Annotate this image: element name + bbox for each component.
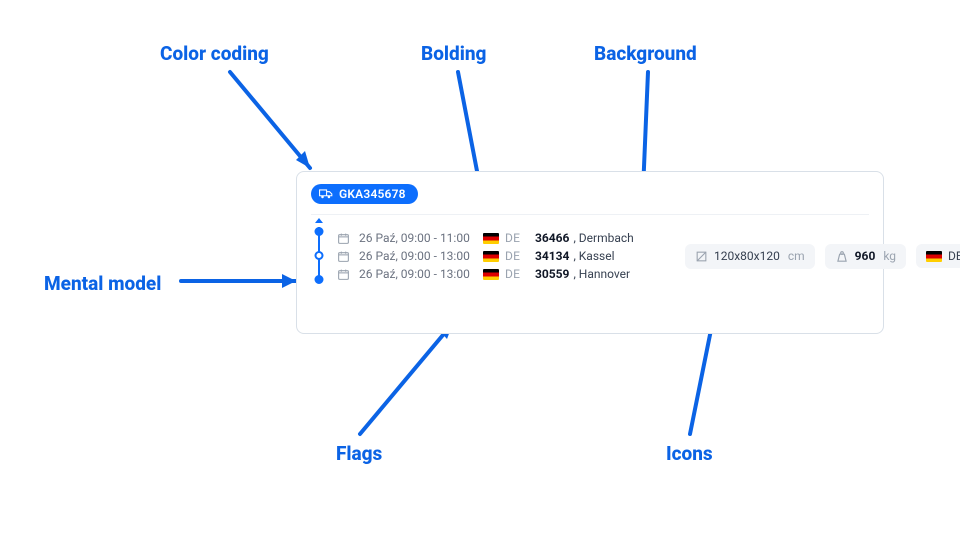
chips-group: 120x80x120 cm 960 kg DE 2 <box>685 244 960 269</box>
diagram-stage: Color coding Bolding Background Mental m… <box>0 0 960 533</box>
waypoint-dot <box>315 275 324 284</box>
flag-de-icon <box>926 251 942 262</box>
stops-list: 26 Paź, 09:00 - 11:00 DE 36466, Dermbach… <box>337 231 675 281</box>
stop-country-code: DE <box>505 267 529 281</box>
flag-de-icon <box>483 233 499 244</box>
calendar-icon <box>337 250 353 263</box>
shipment-card: GKA345678 26 Paź, 09:00 - 11:00 DE <box>296 171 884 334</box>
weight-unit: kg <box>883 250 896 262</box>
stop-time: 26 Paź, 09:00 - 11:00 <box>359 231 477 245</box>
country-chip: DE 2 <box>916 244 960 268</box>
stop-location: 34134, Kassel <box>535 249 675 263</box>
stop-location: 30559, Hannover <box>535 267 675 281</box>
waypoint-dot <box>315 227 324 236</box>
weight-value: 960 <box>855 250 876 262</box>
stop-time: 26 Paź, 09:00 - 13:00 <box>359 267 477 281</box>
vehicle-badge: GKA345678 <box>311 184 418 204</box>
flag-de-icon <box>483 269 499 280</box>
dimensions-unit: cm <box>788 250 805 262</box>
route-spine <box>311 225 327 287</box>
dimensions-icon <box>695 250 708 263</box>
dimensions-chip: 120x80x120 cm <box>685 244 815 269</box>
waypoint-dot <box>315 251 324 260</box>
stop-country-code: DE <box>505 231 529 245</box>
calendar-icon <box>337 268 353 281</box>
calendar-icon <box>337 232 353 245</box>
card-row: 26 Paź, 09:00 - 11:00 DE 36466, Dermbach… <box>311 225 869 287</box>
dimensions-value: 120x80x120 <box>714 250 780 262</box>
spine-start-arrow <box>315 218 323 223</box>
stop-country-code: DE <box>505 249 529 263</box>
truck-icon <box>319 188 333 200</box>
weight-chip: 960 kg <box>825 244 906 269</box>
vehicle-badge-text: GKA345678 <box>339 188 406 200</box>
stop-location: 36466, Dermbach <box>535 231 675 245</box>
weight-icon <box>835 250 849 263</box>
country-code: DE <box>948 250 960 262</box>
stop-time: 26 Paź, 09:00 - 13:00 <box>359 249 477 263</box>
flag-de-icon <box>483 251 499 262</box>
card-divider <box>311 214 869 215</box>
